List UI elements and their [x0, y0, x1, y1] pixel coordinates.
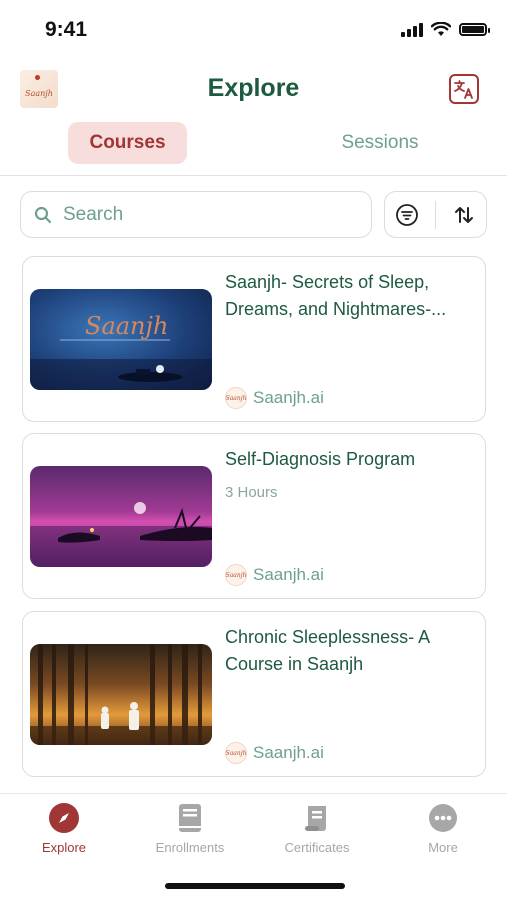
author-name: Saanjh.ai: [253, 743, 324, 762]
status-bar: 9:41: [0, 0, 507, 60]
header: Saanjh Explore: [0, 66, 507, 116]
course-author: Saanjh Saanjh.ai: [225, 564, 324, 586]
scroll-icon: [301, 802, 333, 834]
author-logo: Saanjh: [225, 742, 247, 764]
course-title: Saanjh- Secrets of Sleep, Dreams, and Ni…: [225, 272, 447, 319]
nav-explore[interactable]: Explore: [14, 802, 114, 855]
tab-bar: Courses Sessions: [0, 120, 507, 176]
search-box[interactable]: [20, 191, 372, 238]
filter-icon: [395, 203, 418, 226]
course-thumbnail: Saanjh: [30, 289, 212, 390]
thumbnail-brand-text: Saanjh: [85, 312, 168, 340]
course-card[interactable]: Chronic Sleeplessness- A Course in Saanj…: [22, 611, 486, 777]
nav-certificates[interactable]: Certificates: [267, 802, 367, 855]
author-name: Saanjh.ai: [253, 388, 324, 407]
course-card[interactable]: Self-Diagnosis Program 3 Hours Saanjh Sa…: [22, 433, 486, 599]
tab-sessions[interactable]: Sessions: [320, 122, 440, 164]
home-indicator: [165, 883, 345, 889]
translate-button[interactable]: [449, 74, 479, 104]
sort-button[interactable]: [449, 200, 479, 230]
nav-more[interactable]: More: [393, 802, 493, 855]
search-input[interactable]: [63, 203, 343, 226]
course-author: Saanjh Saanjh.ai: [225, 742, 324, 764]
nav-label: More: [428, 840, 458, 855]
bottom-nav: Explore Enrollments Certificates More: [0, 793, 507, 863]
course-duration: 3 Hours: [225, 484, 278, 501]
filter-sort-tools: [384, 191, 487, 238]
course-author: Saanjh Saanjh.ai: [225, 387, 324, 409]
nav-label: Explore: [41, 840, 87, 855]
tools-divider: [434, 200, 436, 229]
course-card[interactable]: Saanjh Saanjh- Secrets of Sleep, Dreams,…: [22, 256, 486, 422]
filter-button[interactable]: [392, 200, 422, 230]
nav-enrollments[interactable]: Enrollments: [140, 802, 240, 855]
page-title: Explore: [207, 74, 300, 102]
wifi-icon: [431, 22, 451, 36]
nav-label: Certificates: [284, 840, 350, 855]
course-title: Chronic Sleeplessness- A Course in Saanj…: [225, 627, 430, 674]
more-dots-icon: [427, 802, 459, 834]
status-icons: [401, 22, 490, 37]
course-thumbnail: [30, 466, 212, 567]
battery-icon: [459, 23, 490, 36]
author-name: Saanjh.ai: [253, 565, 324, 584]
author-logo: Saanjh: [225, 387, 247, 409]
tab-courses[interactable]: Courses: [68, 122, 187, 164]
course-thumbnail: [30, 644, 212, 745]
search-icon: [34, 206, 52, 223]
translate-icon: [454, 80, 473, 99]
compass-icon: [48, 802, 80, 834]
book-icon: [174, 802, 206, 834]
sort-icon: [455, 206, 474, 223]
nav-label: Enrollments: [155, 840, 225, 855]
course-title: Self-Diagnosis Program: [225, 449, 416, 469]
author-logo: Saanjh: [225, 564, 247, 586]
cellular-signal-icon: [401, 22, 423, 37]
status-time: 9:41: [45, 18, 88, 41]
